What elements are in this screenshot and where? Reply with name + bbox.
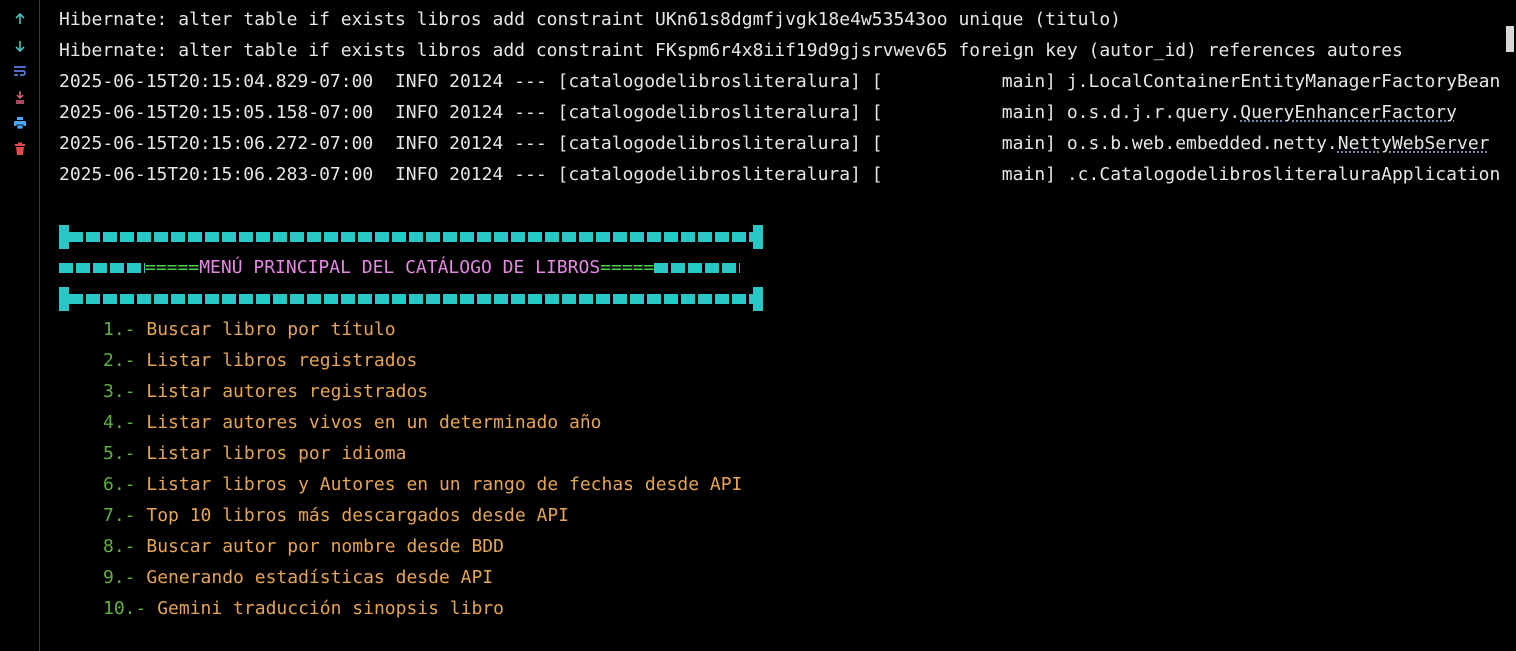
spring-log-line: 2025-06-15T20:15:04.829-07:00 INFO 20124…: [59, 66, 1516, 97]
scroll-up-icon[interactable]: [12, 11, 28, 27]
menu-item: 8.- Buscar autor por nombre desde BDD: [59, 531, 1516, 562]
run-console-window: Hibernate: alter table if exists libros …: [0, 0, 1516, 651]
menu-item-label: Listar autores vivos en un determinado a…: [146, 412, 602, 433]
log-prefix: 2025-06-15T20:15:04.829-07:00 INFO 20124…: [59, 71, 1067, 92]
menu-item: 6.- Listar libros y Autores en un rango …: [59, 469, 1516, 500]
menu-item: 5.- Listar libros por idioma: [59, 438, 1516, 469]
menu-item: 2.- Listar libros registrados: [59, 345, 1516, 376]
menu-item-number: 3.-: [103, 381, 136, 402]
spring-log-line: 2025-06-15T20:15:06.283-07:00 INFO 20124…: [59, 159, 1516, 190]
logger-name: o.s.d.j.r.query.: [1066, 102, 1241, 123]
menu-top-border: [59, 221, 1516, 252]
menu-title: MENÚ PRINCIPAL DEL CATÁLOGO DE LIBROS: [199, 257, 601, 278]
menu-item-number: 2.-: [103, 350, 136, 371]
menu-item-number: 9.-: [103, 567, 136, 588]
menu-item-label: Gemini traducción sinopsis libro: [157, 598, 504, 619]
menu-title-row: =====MENÚ PRINCIPAL DEL CATÁLOGO DE LIBR…: [59, 252, 1516, 283]
border-blocks: [69, 294, 753, 304]
menu-item-number: 8.-: [103, 536, 136, 557]
menu-bottom-border: [59, 283, 1516, 314]
menu-item-label: Buscar libro por título: [146, 319, 396, 340]
log-prefix: 2025-06-15T20:15:06.283-07:00 INFO 20124…: [59, 164, 1067, 185]
menu-item: 3.- Listar autores registrados: [59, 376, 1516, 407]
hibernate-log-line: Hibernate: alter table if exists libros …: [59, 40, 1403, 61]
console-toolbar: [0, 0, 40, 651]
title-blocks-left: [59, 263, 145, 273]
title-blocks-right: [654, 263, 741, 273]
console-output[interactable]: Hibernate: alter table if exists libros …: [59, 4, 1516, 651]
menu-item-number: 10.-: [103, 598, 147, 619]
scroll-down-icon[interactable]: [12, 38, 28, 54]
border-cap: [59, 225, 69, 249]
logger-class-link[interactable]: NettyWebServer: [1338, 133, 1490, 154]
logger-name: o.s.b.web.embedded.netty.: [1066, 133, 1338, 154]
hibernate-log-line: Hibernate: alter table if exists libros …: [59, 9, 1122, 30]
menu-item-label: Generando estadísticas desde API: [146, 567, 494, 588]
menu-item: 4.- Listar autores vivos en un determina…: [59, 407, 1516, 438]
menu-item: 1.- Buscar libro por título: [59, 314, 1516, 345]
border-cap: [753, 287, 763, 311]
spring-log-line: 2025-06-15T20:15:06.272-07:00 INFO 20124…: [59, 128, 1516, 159]
title-equals-left: =====: [145, 257, 200, 278]
menu-item: 7.- Top 10 libros más descargados desde …: [59, 500, 1516, 531]
scrollbar-thumb[interactable]: [1506, 26, 1514, 52]
scroll-to-end-icon[interactable]: [12, 89, 28, 105]
menu-item-number: 6.-: [103, 474, 136, 495]
menu-item-label: Listar autores registrados: [146, 381, 429, 402]
menu-item-number: 5.-: [103, 443, 136, 464]
menu-item-label: Buscar autor por nombre desde BDD: [146, 536, 504, 557]
soft-wrap-icon[interactable]: [12, 63, 28, 79]
menu-item-label: Listar libros registrados: [146, 350, 418, 371]
menu-item-label: Listar libros por idioma: [146, 443, 407, 464]
border-blocks: [69, 232, 753, 242]
title-equals-right: =====: [600, 257, 655, 278]
menu-item-label: Top 10 libros más descargados desde API: [146, 505, 569, 526]
menu-item: 10.- Gemini traducción sinopsis libro: [59, 593, 1516, 624]
menu-item-number: 7.-: [103, 505, 136, 526]
logger-class-link[interactable]: QueryEnhancerFactory: [1240, 102, 1457, 123]
menu-item-number: 4.-: [103, 412, 136, 433]
log-prefix: 2025-06-15T20:15:06.272-07:00 INFO 20124…: [59, 133, 1067, 154]
menu-item-number: 1.-: [103, 319, 136, 340]
menu-item-label: Listar libros y Autores en un rango de f…: [146, 474, 743, 495]
clear-all-icon[interactable]: [12, 141, 28, 157]
spring-log-line: 2025-06-15T20:15:05.158-07:00 INFO 20124…: [59, 97, 1516, 128]
border-cap: [753, 225, 763, 249]
border-cap: [59, 287, 69, 311]
print-icon[interactable]: [12, 115, 28, 131]
logger-name: j.LocalContainerEntityManagerFactoryBean: [1066, 71, 1501, 92]
logger-name: .c.CatalogodelibrosliteraluraApplication: [1066, 164, 1501, 185]
log-prefix: 2025-06-15T20:15:05.158-07:00 INFO 20124…: [59, 102, 1067, 123]
menu-item: 9.- Generando estadísticas desde API: [59, 562, 1516, 593]
